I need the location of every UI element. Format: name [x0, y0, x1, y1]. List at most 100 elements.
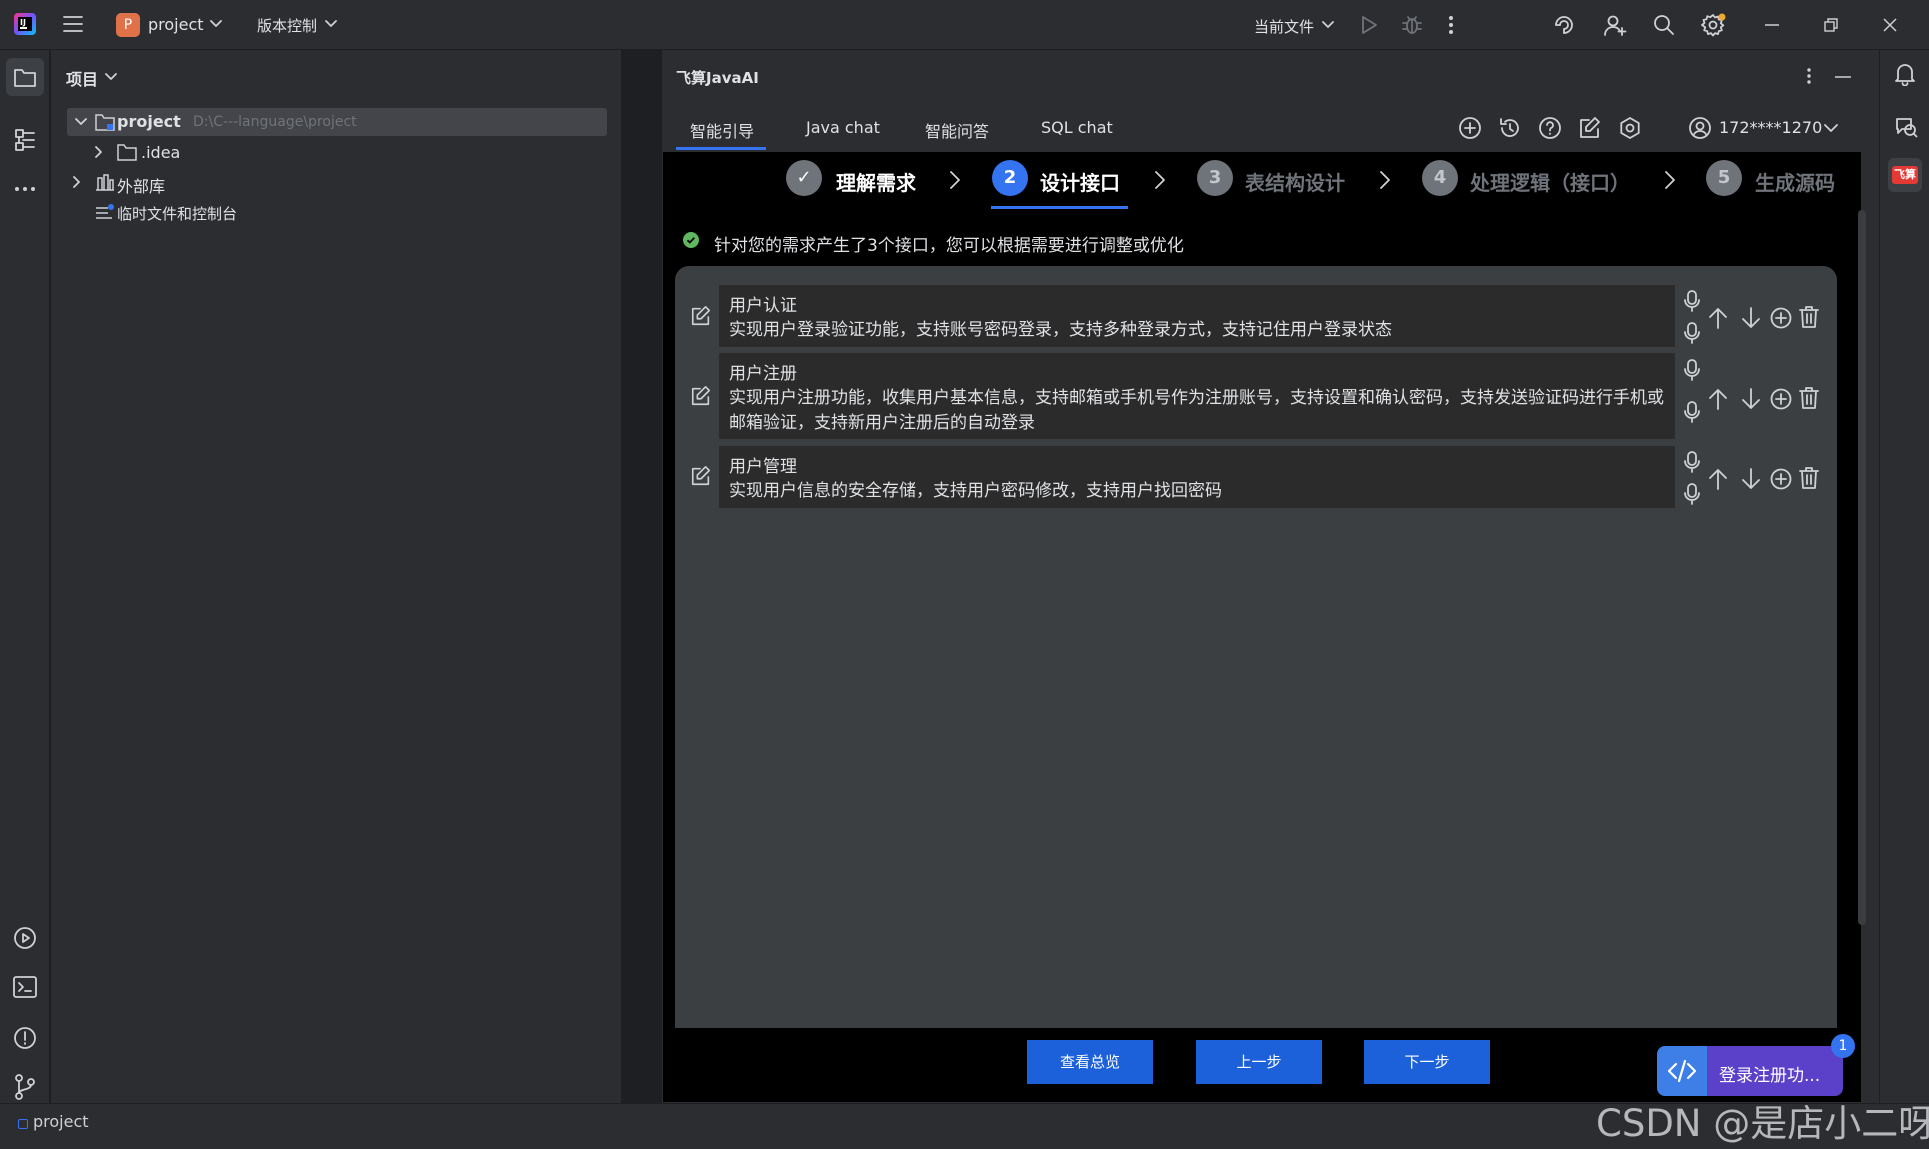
notifications-bell-icon[interactable]	[1894, 62, 1916, 86]
chevron-right-icon[interactable]	[73, 176, 81, 188]
mic-icon[interactable]	[1684, 322, 1700, 344]
tab-java-chat[interactable]: Java chat	[806, 118, 880, 137]
hide-panel-icon[interactable]	[1835, 76, 1851, 78]
view-overview-button[interactable]: 查看总览	[1027, 1040, 1153, 1084]
step-4-label[interactable]: 处理逻辑（接口）	[1470, 167, 1630, 196]
mic-icon[interactable]	[1684, 401, 1700, 423]
edit-icon[interactable]	[690, 465, 712, 487]
task-chip-body: 登录注册功...	[1707, 1046, 1843, 1096]
user-icon	[1688, 116, 1712, 140]
mic-icon[interactable]	[1684, 290, 1700, 312]
project-panel: 项目 project D:\C---language\project .idea…	[51, 50, 621, 1103]
git-branch-icon[interactable]	[14, 1074, 36, 1100]
delete-icon[interactable]	[1799, 306, 1819, 328]
step-3-label[interactable]: 表结构设计	[1245, 167, 1345, 196]
ai-chat-icon[interactable]	[1894, 116, 1918, 138]
tab-sql-chat[interactable]: SQL chat	[1041, 118, 1113, 137]
interface-card[interactable]: 用户注册 实现用户注册功能，收集用户基本信息，支持邮箱或手机号作为注册账号，支持…	[719, 353, 1675, 439]
chevron-down-icon	[325, 20, 337, 28]
history-icon[interactable]	[1498, 116, 1522, 140]
structure-icon[interactable]	[14, 128, 36, 152]
status-project[interactable]: project	[33, 1112, 89, 1131]
chevron-right-icon	[1665, 171, 1675, 189]
tree-row-idea[interactable]: .idea	[67, 138, 607, 166]
vcs-label: 版本控制	[257, 17, 318, 35]
problems-icon[interactable]	[13, 1026, 37, 1050]
help-icon[interactable]	[1538, 116, 1562, 140]
interface-title: 用户认证	[729, 296, 797, 316]
move-up-icon[interactable]	[1708, 468, 1728, 490]
close-window-icon[interactable]	[1883, 18, 1897, 32]
chevron-down-icon	[210, 20, 222, 28]
restore-window-icon[interactable]	[1824, 18, 1838, 32]
project-tool-button[interactable]	[6, 58, 44, 96]
more-options-icon[interactable]	[1806, 67, 1812, 85]
delete-icon[interactable]	[1799, 387, 1819, 409]
scrollbar[interactable]	[1858, 210, 1866, 925]
main-menu-icon[interactable]	[62, 14, 84, 34]
add-circle-icon[interactable]	[1770, 388, 1792, 410]
interface-card[interactable]: 用户认证 实现用户登录验证功能，支持账号密码登录，支持多种登录方式，支持记住用户…	[719, 285, 1675, 347]
delete-icon[interactable]	[1799, 467, 1819, 489]
new-chat-icon[interactable]	[1458, 116, 1482, 140]
step-2-label[interactable]: 设计接口	[1040, 167, 1120, 196]
tab-smart-qa[interactable]: 智能问答	[925, 118, 989, 142]
project-panel-header[interactable]: 项目	[66, 66, 98, 90]
edit-icon[interactable]	[1578, 116, 1602, 140]
chevron-down-icon[interactable]	[75, 118, 87, 126]
task-chip[interactable]: 登录注册功... 1	[1657, 1034, 1855, 1096]
tree-row-external-libs[interactable]: 外部库	[67, 168, 607, 196]
ai-panel-title: 飞算JavaAI	[676, 69, 759, 87]
previous-step-button[interactable]: 上一步	[1196, 1040, 1322, 1084]
scratch-console-icon	[95, 203, 115, 221]
debug-icon[interactable]	[1402, 14, 1422, 36]
minimize-window-icon[interactable]	[1765, 24, 1779, 26]
edit-icon[interactable]	[690, 385, 712, 407]
active-tab-underline	[676, 147, 766, 150]
search-icon[interactable]	[1652, 13, 1676, 37]
interface-card[interactable]: 用户管理 实现用户信息的安全存储，支持用户密码修改，支持用户找回密码	[719, 446, 1675, 508]
chevron-right-icon	[1155, 171, 1165, 189]
tab-smart-guide[interactable]: 智能引导	[690, 118, 754, 142]
chevron-down-icon	[1824, 124, 1838, 133]
mic-icon[interactable]	[1684, 451, 1700, 473]
settings-icon[interactable]	[1701, 12, 1727, 38]
edit-icon[interactable]	[690, 305, 712, 327]
terminal-icon[interactable]	[13, 976, 37, 998]
add-circle-icon[interactable]	[1770, 307, 1792, 329]
run-services-icon[interactable]	[13, 926, 37, 950]
chevron-right-icon	[950, 171, 960, 189]
more-options-icon[interactable]	[1448, 14, 1454, 36]
user-account-menu[interactable]: 172****1270	[1688, 114, 1838, 142]
chevron-right-icon[interactable]	[95, 146, 103, 158]
run-icon[interactable]	[1360, 15, 1378, 35]
feisuan-plugin-icon[interactable]: 飞算	[1888, 158, 1922, 192]
move-up-icon[interactable]	[1708, 307, 1728, 329]
project-badge: P	[116, 13, 140, 37]
tree-row-scratches[interactable]: 临时文件和控制台	[67, 198, 607, 226]
step-5-label[interactable]: 生成源码	[1755, 167, 1835, 196]
step-3-icon[interactable]: 3	[1197, 160, 1233, 196]
notification-badge: 1	[1831, 1034, 1855, 1058]
move-down-icon[interactable]	[1741, 388, 1761, 410]
move-down-icon[interactable]	[1741, 468, 1761, 490]
settings-icon[interactable]	[1618, 116, 1642, 140]
step-1-label[interactable]: 理解需求	[836, 167, 916, 196]
mic-icon[interactable]	[1684, 483, 1700, 505]
chevron-down-icon	[1322, 21, 1334, 29]
mic-icon[interactable]	[1684, 359, 1700, 381]
add-user-icon[interactable]	[1603, 13, 1627, 37]
step-1-done-icon[interactable]: ✓	[786, 160, 822, 196]
app-logo-icon[interactable]: IJ	[14, 13, 36, 35]
tree-row-project[interactable]: project D:\C---language\project	[67, 108, 607, 136]
ai-assistant-icon[interactable]	[1552, 13, 1576, 37]
move-up-icon[interactable]	[1708, 388, 1728, 410]
step-4-icon[interactable]: 4	[1422, 160, 1458, 196]
chevron-down-icon[interactable]	[105, 73, 117, 81]
step-5-icon[interactable]: 5	[1706, 160, 1742, 196]
add-circle-icon[interactable]	[1770, 468, 1792, 490]
more-tools-icon[interactable]	[14, 186, 36, 192]
next-step-button[interactable]: 下一步	[1364, 1040, 1490, 1084]
move-down-icon[interactable]	[1741, 307, 1761, 329]
step-2-active-icon[interactable]: 2	[992, 160, 1028, 196]
